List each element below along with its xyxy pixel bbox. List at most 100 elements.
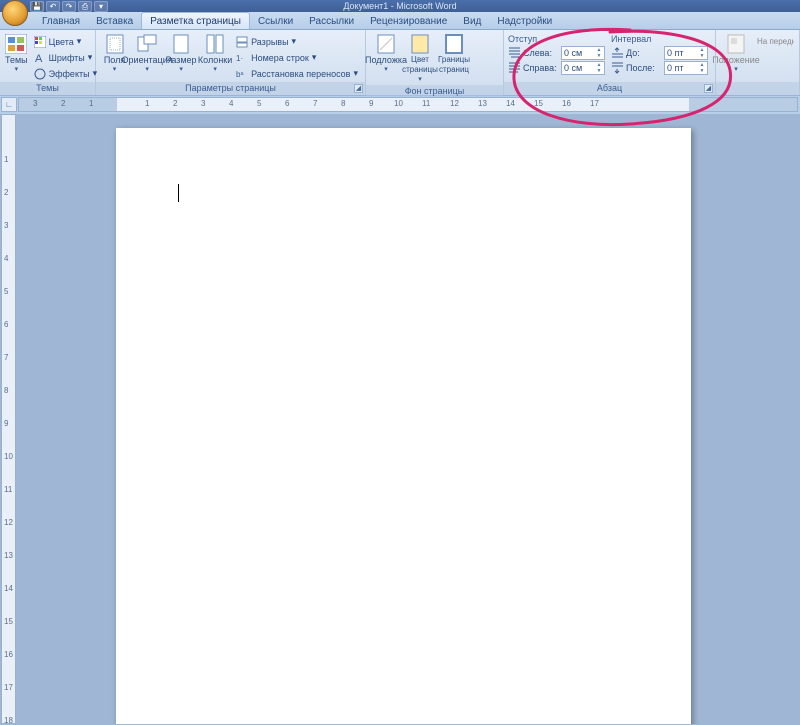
position-button[interactable]: Положение (720, 32, 752, 75)
tab-mailings[interactable]: Рассылки (301, 13, 362, 29)
tab-selector[interactable]: ∟ (1, 97, 17, 112)
ruler-number: 1 (89, 99, 93, 108)
ruler-number: 4 (229, 99, 233, 108)
breaks-icon (236, 36, 248, 48)
tab-home[interactable]: Главная (34, 13, 88, 29)
line-numbers-icon: 1· (236, 52, 248, 64)
ruler-number: 17 (4, 683, 13, 692)
svg-text:A: A (35, 53, 43, 64)
page-color-button[interactable]: Цвет страницы (404, 32, 436, 85)
page-setup-launcher[interactable]: ◢ (354, 84, 363, 93)
ruler-number: 2 (61, 99, 65, 108)
title-bar: Документ1 - Microsoft Word (0, 0, 800, 12)
qat-undo-icon[interactable]: ↶ (46, 1, 60, 12)
group-arrange-title (716, 82, 799, 95)
title-text: Документ1 - Microsoft Word (343, 1, 456, 11)
ruler-number: 14 (506, 99, 515, 108)
palette-icon (34, 36, 46, 48)
indent-column: Отступ Слева: 0 см▲▼ Справа: 0 см▲▼ (508, 34, 605, 75)
qat-customize-icon[interactable]: ▾ (94, 1, 108, 12)
svg-text:1·: 1· (236, 54, 243, 63)
breaks-button[interactable]: Разрывы▾ (233, 34, 361, 49)
ruler-number: 16 (4, 650, 13, 659)
bring-front-button[interactable]: На передний план (754, 34, 794, 49)
indent-header: Отступ (508, 34, 605, 45)
ruler-number: 13 (4, 551, 13, 560)
ruler-number: 14 (4, 584, 13, 593)
hyphenation-icon: bᵃ (236, 68, 248, 80)
ruler-number: 1 (4, 155, 8, 164)
orientation-icon (136, 34, 158, 54)
group-arrange: Положение На передний план (716, 30, 800, 95)
spacing-after-input[interactable]: 0 пт▲▼ (664, 61, 708, 75)
tab-page-layout[interactable]: Разметка страницы (141, 12, 250, 29)
columns-icon (204, 34, 226, 54)
theme-colors-button[interactable]: Цвета▾ (31, 34, 100, 49)
ruler-number: 6 (4, 320, 8, 329)
hyphenation-button[interactable]: bᵃ Расстановка переносов▾ (233, 66, 361, 81)
group-page-setup-title: Параметры страницы (96, 82, 365, 95)
group-paragraph: Отступ Слева: 0 см▲▼ Справа: 0 см▲▼ Инте… (504, 30, 716, 95)
page-color-label: Цвет страницы (402, 55, 438, 75)
spacing-before-icon (611, 47, 624, 59)
orientation-button[interactable]: Ориентация (131, 32, 163, 75)
qat-save-icon[interactable]: 💾 (30, 1, 44, 12)
ruler-number: 1 (145, 99, 149, 108)
watermark-button[interactable]: Подложка (370, 32, 402, 75)
tab-references[interactable]: Ссылки (250, 13, 301, 29)
indent-right-icon (508, 62, 521, 74)
document-area: 123456789101112131415161718 (0, 114, 800, 724)
theme-effects-button[interactable]: Эффекты▾ (31, 66, 100, 81)
ruler-number: 4 (4, 254, 8, 263)
qat-redo-icon[interactable]: ↷ (62, 1, 76, 12)
indent-right-input[interactable]: 0 см▲▼ (561, 61, 605, 75)
ruler-number: 7 (4, 353, 8, 362)
office-button[interactable] (2, 0, 28, 26)
indent-left-value: 0 см (564, 48, 582, 58)
theme-fonts-button[interactable]: A Шрифты▾ (31, 50, 100, 65)
ruler-number: 11 (4, 485, 12, 494)
ruler-number: 11 (422, 99, 430, 108)
themes-button[interactable]: Темы (4, 32, 29, 75)
line-numbers-button[interactable]: 1· Номера строк▾ (233, 50, 361, 65)
ribbon: Темы Цвета▾ A Шрифты▾ Эффекты▾ Темы (0, 30, 800, 96)
ruler-number: 15 (534, 99, 543, 108)
tab-review[interactable]: Рецензирование (362, 13, 455, 29)
page-borders-button[interactable]: Границы страниц (438, 32, 470, 77)
document-page[interactable] (116, 128, 691, 724)
ruler-number: 3 (4, 221, 8, 230)
margins-button[interactable]: Поля (100, 32, 129, 75)
columns-label: Колонки (198, 55, 232, 65)
spacing-before-input[interactable]: 0 пт▲▼ (664, 46, 708, 60)
themes-icon (5, 34, 27, 54)
tab-insert[interactable]: Вставка (88, 13, 141, 29)
vertical-ruler[interactable]: 123456789101112131415161718 (1, 114, 16, 724)
ruler-number: 15 (4, 617, 13, 626)
ruler-number: 16 (562, 99, 571, 108)
ruler-number: 5 (257, 99, 261, 108)
page-borders-label: Границы страниц (438, 55, 470, 75)
group-paragraph-title: Абзац (504, 82, 715, 95)
spacing-before-value: 0 пт (667, 48, 684, 58)
ruler-number: 8 (4, 386, 8, 395)
watermark-label: Подложка (365, 55, 407, 65)
size-button[interactable]: Размер (165, 32, 197, 75)
ruler-number: 2 (4, 188, 8, 197)
position-icon (725, 34, 747, 54)
ruler-number: 2 (173, 99, 177, 108)
tab-view[interactable]: Вид (455, 13, 489, 29)
horizontal-ruler[interactable]: 3211234567891011121314151617 (18, 97, 798, 112)
theme-effects-label: Эффекты (49, 69, 90, 79)
ruler-number: 6 (285, 99, 289, 108)
qat-print-icon[interactable]: ⎙ (78, 1, 92, 12)
spacing-after-value: 0 пт (667, 63, 684, 73)
columns-button[interactable]: Колонки (199, 32, 231, 75)
paragraph-launcher[interactable]: ◢ (704, 84, 713, 93)
theme-colors-label: Цвета (49, 37, 74, 47)
indent-left-input[interactable]: 0 см▲▼ (561, 46, 605, 60)
text-cursor (178, 184, 179, 202)
ruler-number: 10 (4, 452, 13, 461)
page-viewport[interactable] (16, 114, 800, 724)
tab-addins[interactable]: Надстройки (489, 13, 560, 29)
indent-left-icon (508, 47, 521, 59)
